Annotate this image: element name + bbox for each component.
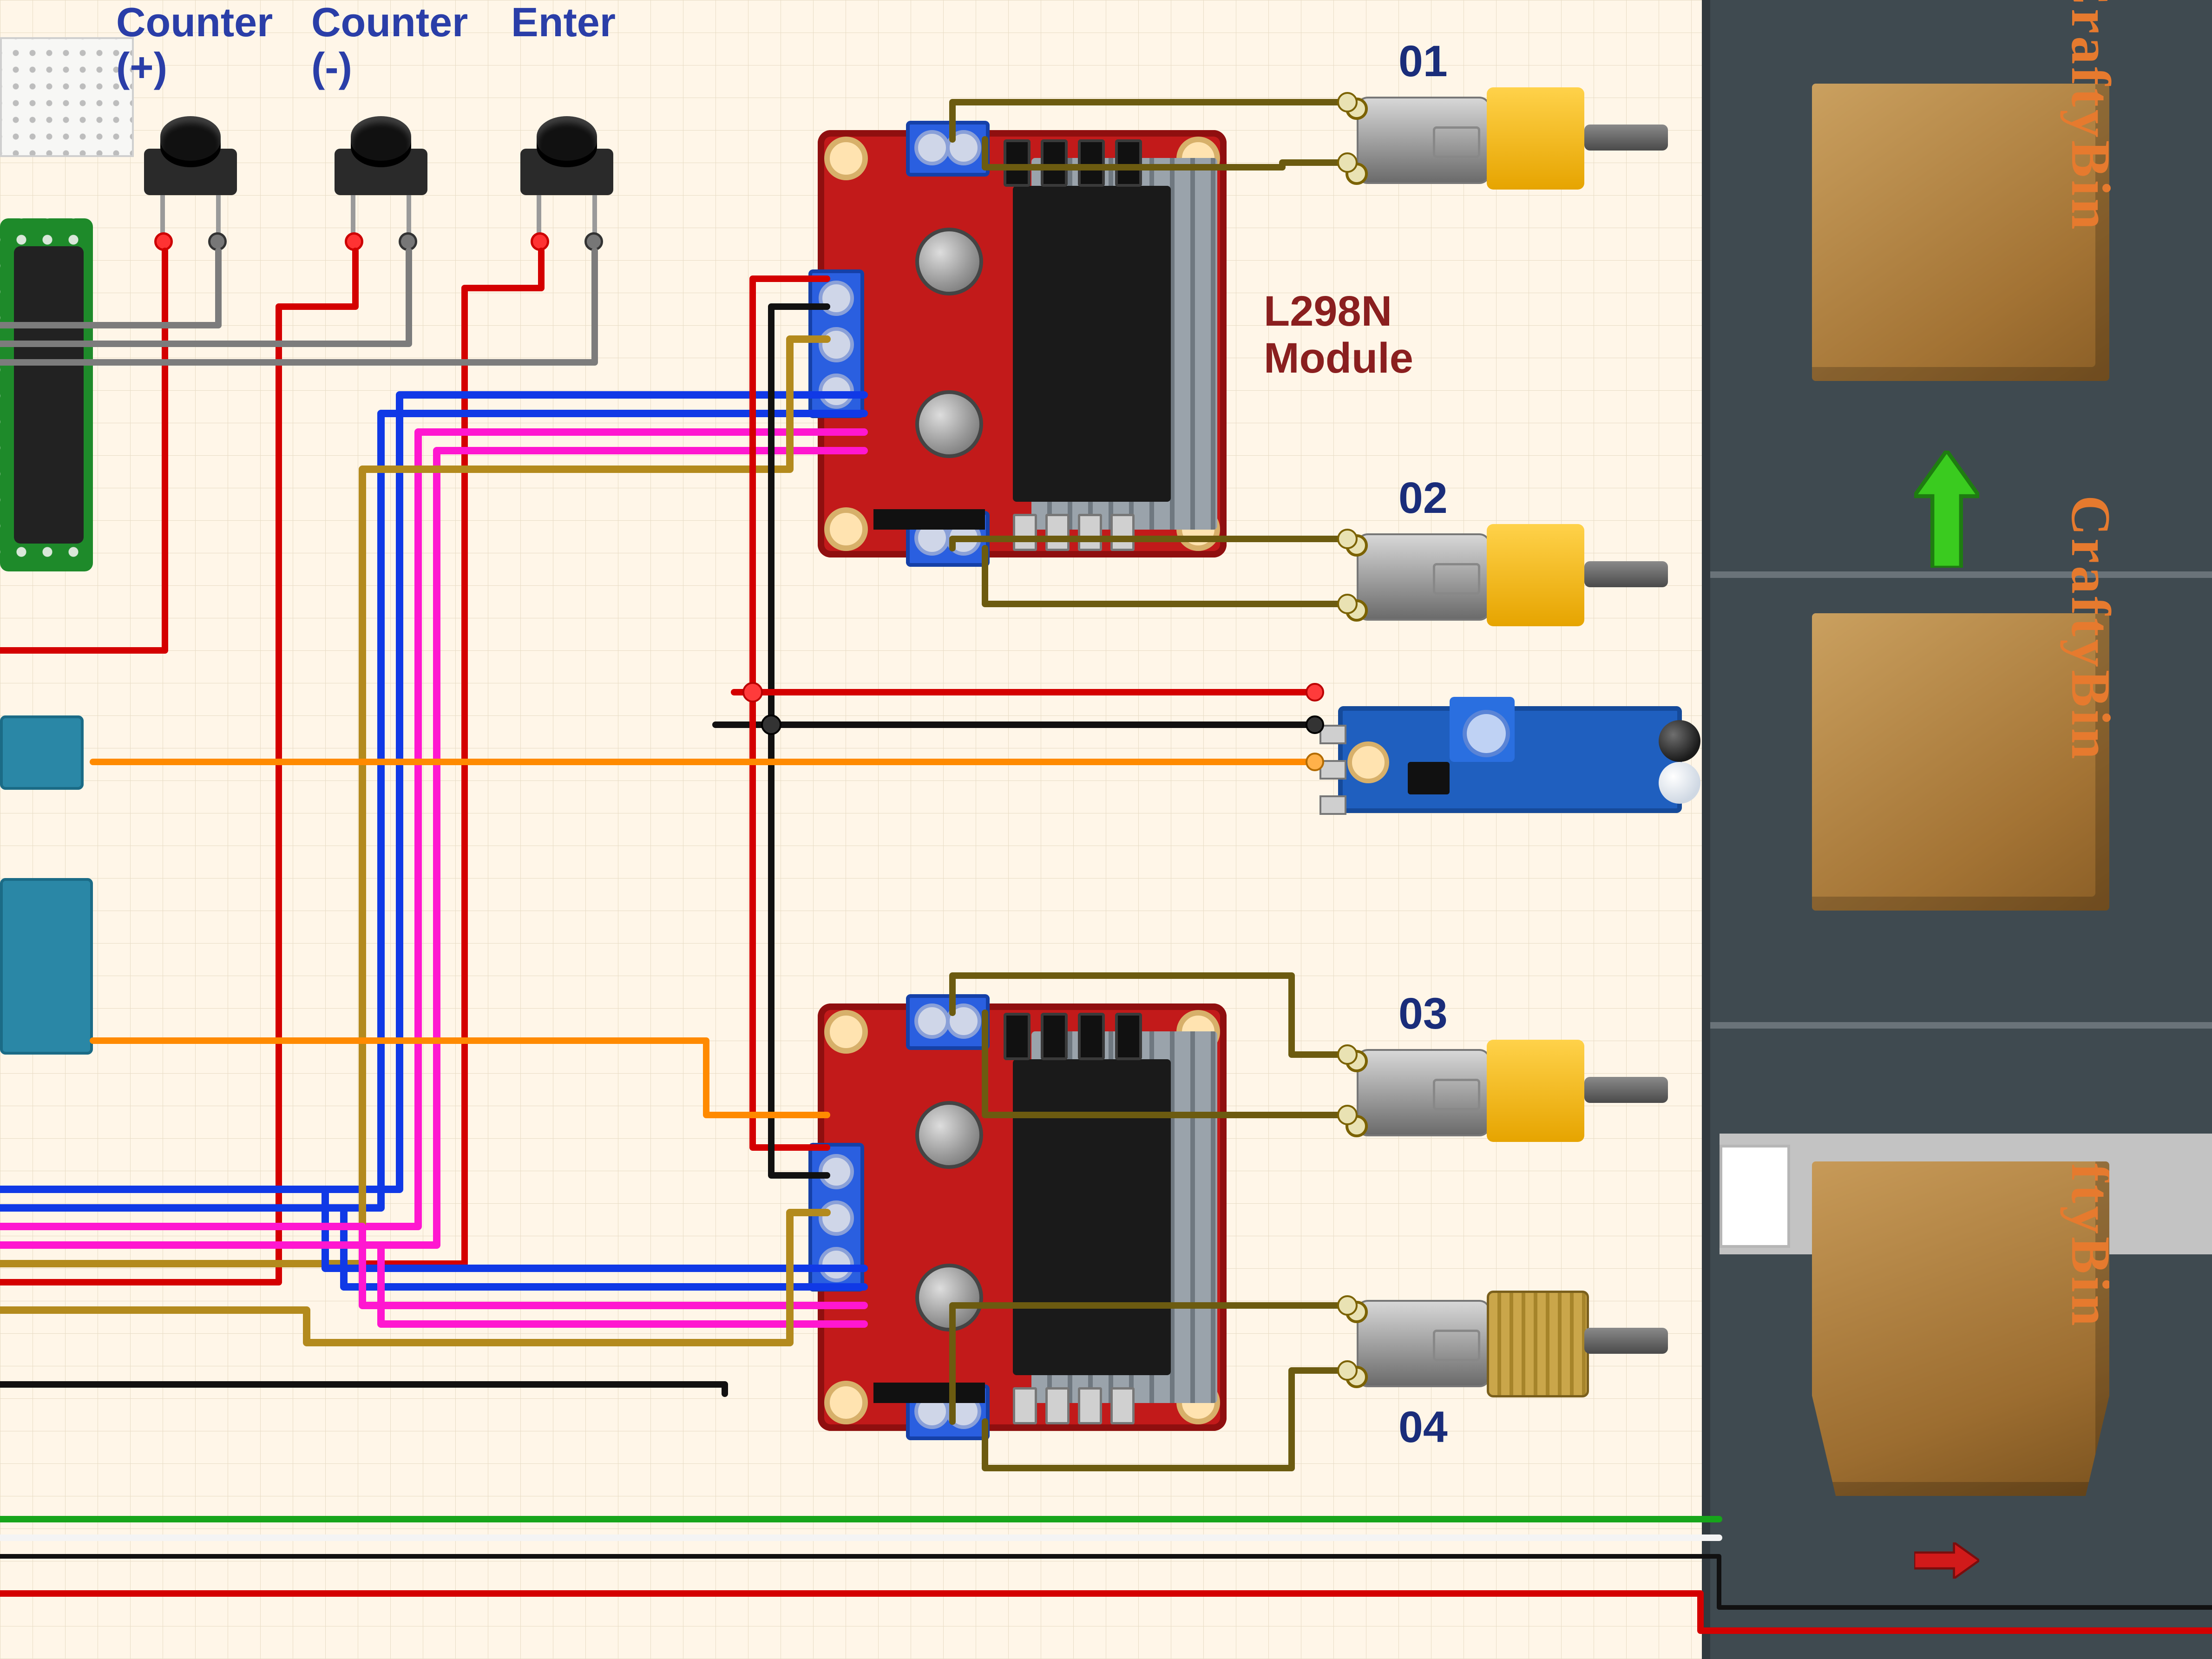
pushbutton-counter-minus: [330, 116, 432, 209]
l298n-module-bottom: [818, 1003, 1227, 1431]
bin-1: CraftyBin: [1812, 84, 2109, 381]
bin-2: CraftyBin: [1812, 613, 2109, 911]
teal-board-top: [0, 715, 84, 790]
pushbutton-enter: [516, 116, 618, 209]
chip: [14, 246, 84, 544]
label-counter-minus: Counter (-): [311, 0, 468, 90]
label-enter: Enter: [511, 0, 616, 45]
breadboard-fragment: [0, 37, 134, 157]
label-counter-plus: Counter (+): [116, 0, 273, 90]
pushbutton-counter-plus: [139, 116, 242, 209]
green-pcb-fragment: [0, 218, 93, 571]
bin-2-label: CraftyBin: [2059, 495, 2123, 762]
arrow-up-icon: [1914, 451, 1979, 570]
bin-3: CraftyBin: [1812, 1161, 2109, 1496]
motor-3-label: 03: [1398, 990, 1448, 1038]
label-l298n: L298N Module: [1264, 288, 1413, 382]
teal-board-bottom: [0, 878, 93, 1055]
circuit-diagram: Counter (+) Counter (-) Enter L298N Modu…: [0, 0, 2212, 1659]
motor-4-label: 04: [1398, 1403, 1448, 1452]
l298n-module-top: [818, 130, 1227, 557]
ir-sensor-module: [1338, 706, 1682, 813]
motor-1-label: 01: [1398, 37, 1448, 86]
arrow-down-icon: [1914, 1542, 1979, 1581]
bin-1-label: CraftyBin: [2059, 0, 2123, 232]
motor-2-label: 02: [1398, 474, 1448, 523]
